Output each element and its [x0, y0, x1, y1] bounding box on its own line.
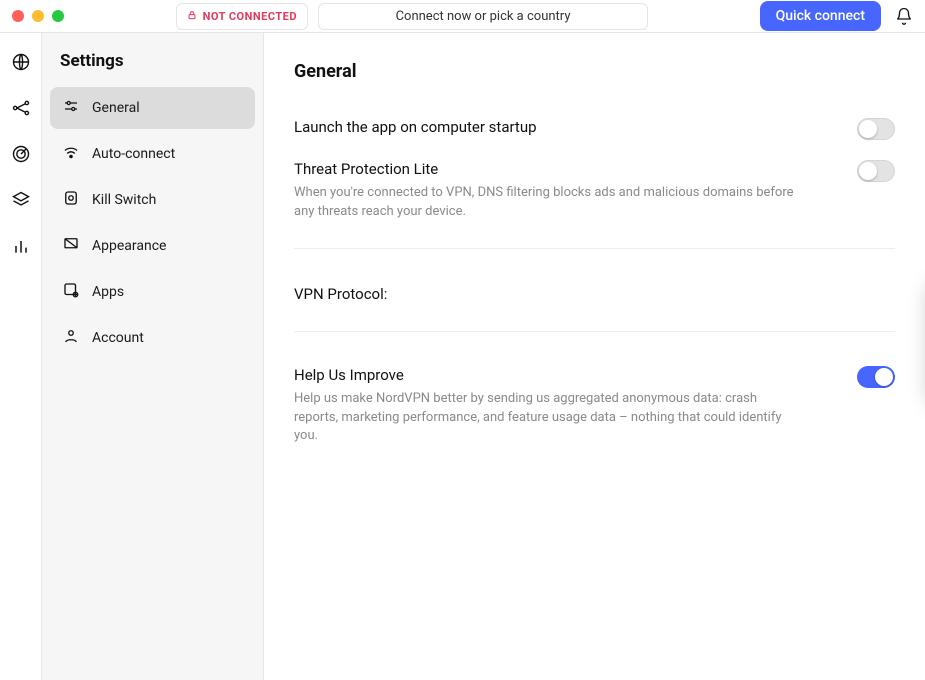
sidebar-item-label: Apps: [92, 284, 124, 300]
shield-icon: [62, 189, 80, 211]
rail-layers-icon[interactable]: [10, 189, 32, 211]
close-window-button[interactable]: [12, 10, 24, 22]
help-improve-toggle[interactable]: [857, 366, 895, 388]
setting-launch-startup: Launch the app on computer startup: [294, 110, 895, 152]
sidebar-title: Settings: [50, 51, 255, 87]
connection-status-text: NOT CONNECTED: [203, 10, 297, 23]
setting-threat-protection: Threat Protection Lite When you're conne…: [294, 152, 895, 249]
notifications-icon[interactable]: [895, 7, 913, 25]
lock-icon: [187, 9, 197, 24]
connect-search[interactable]: Connect now or pick a country: [318, 3, 648, 30]
wifi-icon: [62, 143, 80, 165]
sidebar-item-label: Appearance: [92, 238, 166, 254]
launch-startup-toggle[interactable]: [857, 118, 895, 140]
setting-label: Threat Protection Lite: [294, 160, 794, 178]
sidebar-item-label: Kill Switch: [92, 192, 156, 208]
sidebar-item-autoconnect[interactable]: Auto-connect: [50, 133, 255, 175]
apps-icon: [62, 281, 80, 303]
user-icon: [62, 327, 80, 349]
titlebar: NOT CONNECTED Connect now or pick a coun…: [0, 0, 925, 32]
sidebar-item-label: Account: [92, 330, 144, 346]
quick-connect-button[interactable]: Quick connect: [760, 1, 881, 31]
setting-description: Help us make NordVPN better by sending u…: [294, 390, 794, 447]
rail-stats-icon[interactable]: [10, 235, 32, 257]
sidebar-item-label: Auto-connect: [92, 146, 175, 162]
setting-label: VPN Protocol:: [294, 285, 387, 303]
sidebar-item-general[interactable]: General: [50, 87, 255, 129]
sliders-icon: [62, 97, 80, 119]
nav-rail: [0, 33, 42, 680]
sidebar-item-apps[interactable]: Apps: [50, 271, 255, 313]
settings-content: General Launch the app on computer start…: [264, 33, 925, 680]
rail-target-icon[interactable]: [10, 143, 32, 165]
setting-vpn-protocol: VPN Protocol:: [294, 267, 895, 332]
rail-mesh-icon[interactable]: [10, 97, 32, 119]
sidebar-item-account[interactable]: Account: [50, 317, 255, 359]
setting-help-improve: Help Us Improve Help us make NordVPN bet…: [294, 352, 895, 447]
connect-search-text: Connect now or pick a country: [396, 9, 571, 24]
sidebar-item-killswitch[interactable]: Kill Switch: [50, 179, 255, 221]
settings-sidebar: Settings General Auto-connect Kill Switc…: [42, 33, 264, 680]
window-controls: [12, 10, 64, 22]
maximize-window-button[interactable]: [52, 10, 64, 22]
connection-status: NOT CONNECTED: [176, 3, 308, 30]
rail-globe-icon[interactable]: [10, 51, 32, 73]
sidebar-item-label: General: [92, 100, 140, 116]
sidebar-item-appearance[interactable]: Appearance: [50, 225, 255, 267]
monitor-icon: [62, 235, 80, 257]
setting-description: When you're connected to VPN, DNS filter…: [294, 184, 794, 222]
threat-protection-toggle[interactable]: [857, 160, 895, 182]
section-title: General: [294, 61, 895, 82]
minimize-window-button[interactable]: [32, 10, 44, 22]
setting-label: Launch the app on computer startup: [294, 118, 537, 136]
setting-label: Help Us Improve: [294, 366, 794, 384]
